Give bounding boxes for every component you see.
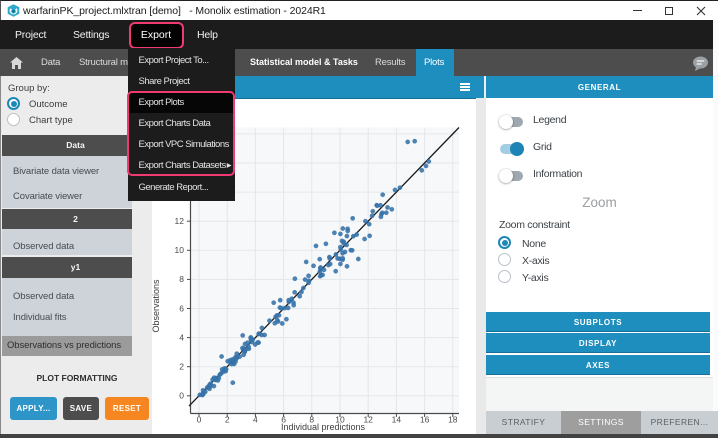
svg-text:0: 0 — [197, 415, 202, 425]
svg-text:18: 18 — [448, 415, 458, 425]
svg-text:14: 14 — [392, 415, 402, 425]
svg-text:16: 16 — [420, 415, 430, 425]
svg-text:Observations: Observations — [152, 279, 161, 333]
svg-text:2: 2 — [179, 362, 184, 372]
svg-text:4: 4 — [253, 415, 258, 425]
svg-text:6: 6 — [179, 303, 184, 313]
svg-text:10: 10 — [175, 245, 185, 255]
svg-text:4: 4 — [179, 332, 184, 342]
svg-text:0: 0 — [179, 391, 184, 401]
svg-text:2: 2 — [225, 415, 230, 425]
svg-text:Individual predictions: Individual predictions — [281, 422, 366, 432]
svg-text:8: 8 — [179, 274, 184, 284]
svg-text:12: 12 — [175, 216, 185, 226]
